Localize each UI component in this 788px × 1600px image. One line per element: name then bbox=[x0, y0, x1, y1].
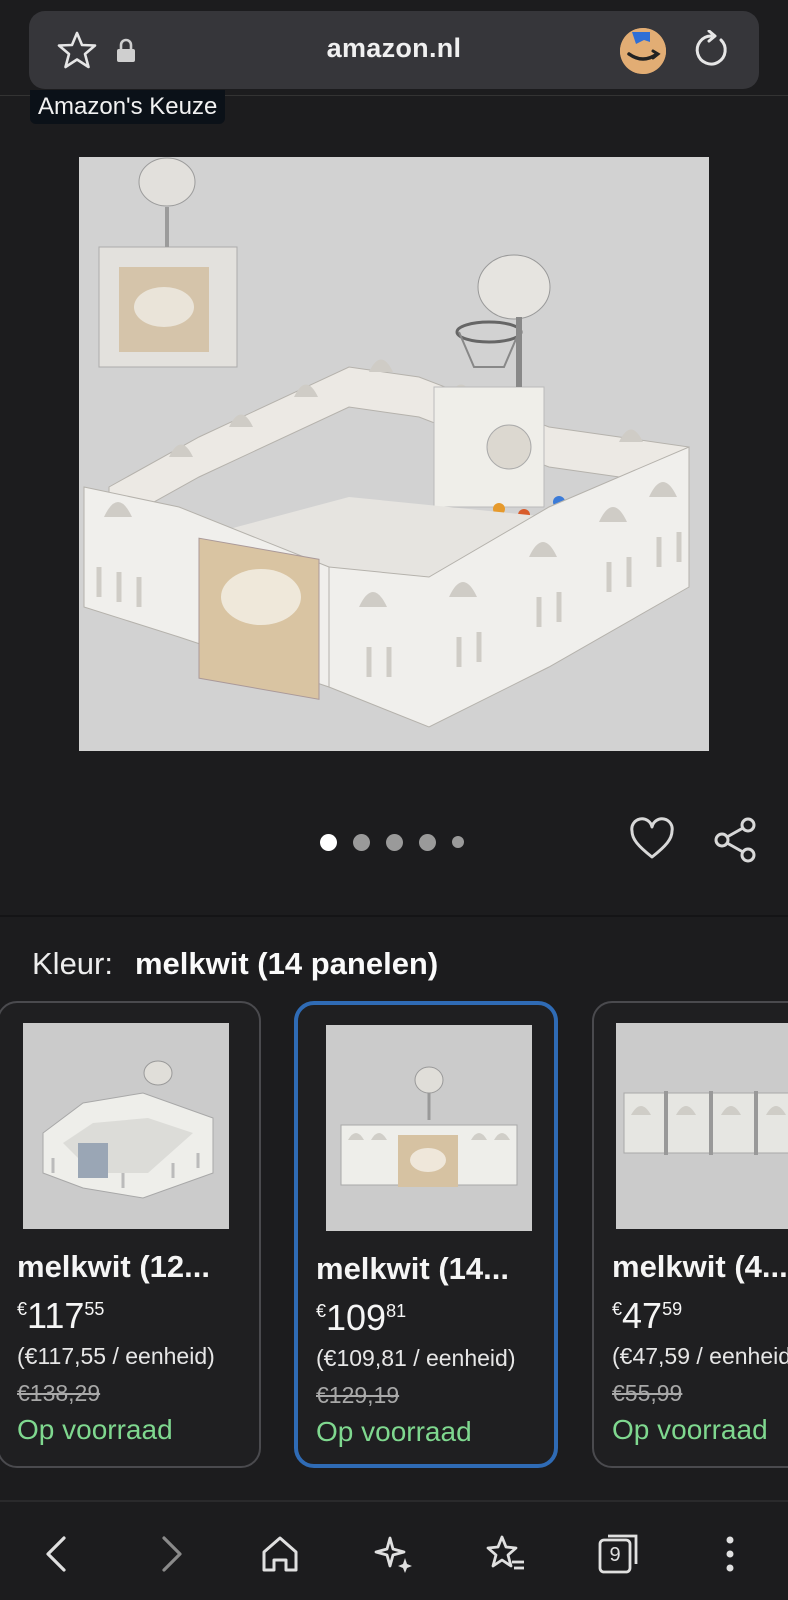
variant-title: melkwit (12... bbox=[17, 1249, 210, 1284]
variant-price: €10981 bbox=[316, 1297, 407, 1338]
amazons-choice-badge: Amazon's Keuze bbox=[30, 90, 226, 124]
carousel-dot[interactable] bbox=[386, 833, 403, 851]
carousel-dot[interactable] bbox=[452, 836, 464, 848]
tab-count: 9 bbox=[609, 1544, 621, 1566]
carousel-dot[interactable] bbox=[353, 833, 370, 851]
variant-card[interactable]: melkwit (12... €11755 (€117,55 / eenheid… bbox=[0, 1001, 261, 1468]
variant-price: €4759 bbox=[612, 1295, 683, 1336]
image-carousel-dots[interactable] bbox=[320, 833, 464, 851]
variant-unit-price: (€117,55 / eenheid) bbox=[17, 1343, 215, 1369]
sparkle-icon[interactable] bbox=[372, 1532, 416, 1576]
variant-card[interactable]: melkwit (4... €4759 (€47,59 / eenheid) €… bbox=[592, 1001, 788, 1468]
variant-stock-status: Op voorraad bbox=[316, 1416, 472, 1447]
wishlist-heart-icon[interactable] bbox=[628, 815, 676, 863]
variant-old-price: €129,19 bbox=[316, 1382, 400, 1408]
variant-unit-price: (€109,81 / eenheid) bbox=[316, 1345, 516, 1371]
browser-bottom-nav: 9 bbox=[0, 1500, 788, 1600]
reload-icon[interactable] bbox=[691, 30, 731, 70]
color-label: Kleur: bbox=[32, 946, 113, 981]
amazon-assistant-icon[interactable] bbox=[620, 28, 666, 74]
variant-title: melkwit (14... bbox=[316, 1251, 509, 1286]
forward-icon[interactable] bbox=[148, 1532, 192, 1576]
color-value: melkwit (14 panelen) bbox=[134, 946, 439, 981]
variant-stock-status: Op voorraad bbox=[612, 1414, 768, 1445]
back-icon[interactable] bbox=[36, 1532, 80, 1576]
section-divider bbox=[0, 915, 788, 917]
variant-old-price: €55,99 bbox=[612, 1380, 683, 1406]
variant-unit-price: (€47,59 / eenheid) bbox=[612, 1343, 788, 1369]
variant-card-selected[interactable]: melkwit (14... €10981 (€109,81 / eenheid… bbox=[294, 1001, 558, 1468]
address-bar[interactable]: amazon.nl bbox=[29, 11, 759, 89]
variant-thumbnail bbox=[326, 1025, 532, 1231]
product-image[interactable] bbox=[79, 157, 709, 751]
variant-title: melkwit (4... bbox=[612, 1249, 788, 1284]
carousel-dot[interactable] bbox=[419, 833, 436, 851]
variant-price: €11755 bbox=[17, 1295, 105, 1336]
variant-old-price: €138,29 bbox=[17, 1380, 101, 1406]
variant-thumbnail bbox=[23, 1023, 229, 1229]
share-icon[interactable] bbox=[710, 815, 760, 865]
bookmarks-icon[interactable] bbox=[484, 1532, 528, 1576]
browser-toolbar: amazon.nl bbox=[0, 0, 788, 96]
color-selection: Kleur: melkwit (14 panelen) bbox=[32, 946, 438, 982]
carousel-dot[interactable] bbox=[320, 833, 337, 851]
variant-stock-status: Op voorraad bbox=[17, 1414, 173, 1445]
tabs-icon[interactable]: 9 bbox=[596, 1532, 640, 1576]
variant-thumbnail bbox=[616, 1023, 788, 1229]
menu-more-icon[interactable] bbox=[708, 1532, 752, 1576]
home-icon[interactable] bbox=[258, 1532, 302, 1576]
